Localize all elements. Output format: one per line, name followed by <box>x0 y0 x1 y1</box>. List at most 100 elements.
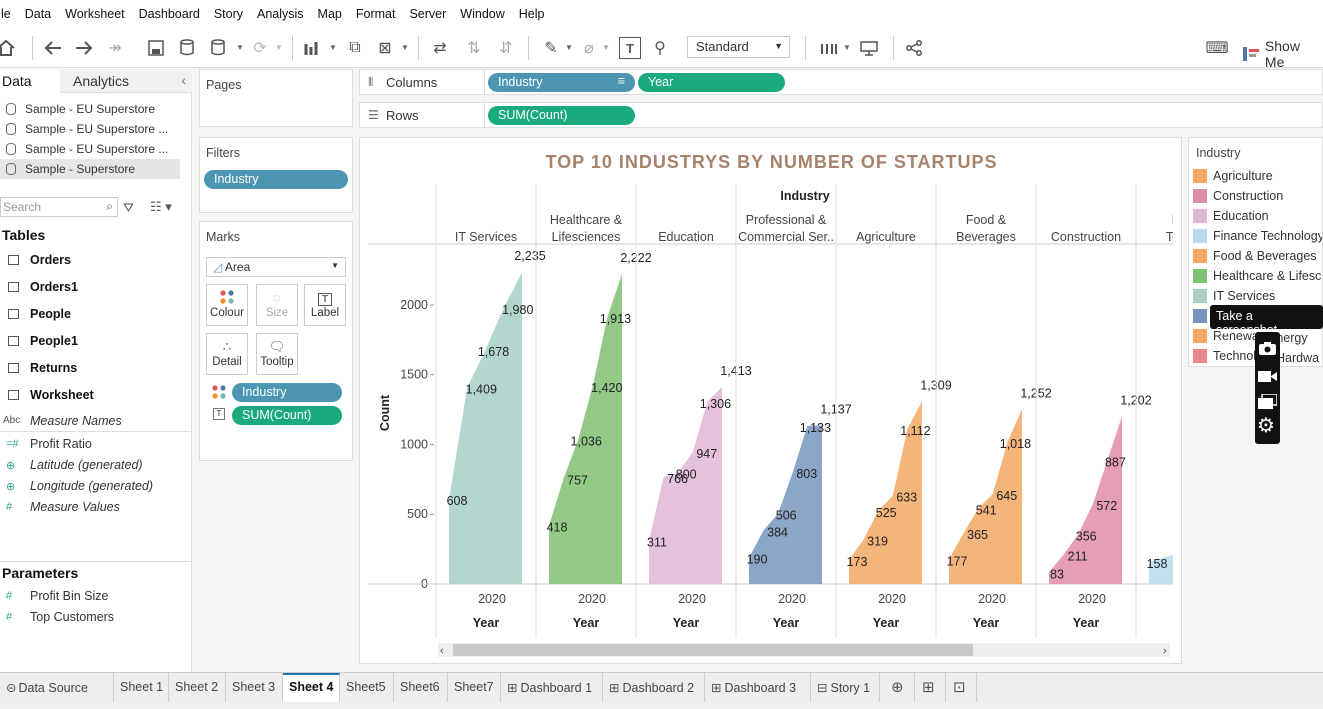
menu-item-9[interactable]: Window <box>453 7 511 21</box>
new-datasource-icon[interactable] <box>176 36 200 60</box>
pin-icon[interactable]: ⚲ <box>648 36 672 60</box>
field-item[interactable]: Measure Names <box>30 414 122 428</box>
replay-icon[interactable]: ↠ <box>103 36 127 60</box>
chevron-down-icon[interactable]: ▼ <box>602 43 610 52</box>
pages-card[interactable]: Pages <box>199 69 353 127</box>
attach-icon[interactable]: ⌀ <box>577 36 601 60</box>
highlighter-icon[interactable]: ⌨ <box>1205 36 1229 60</box>
video-icon[interactable] <box>1258 370 1277 386</box>
collapse-icon[interactable]: ‹ <box>181 72 186 88</box>
tooltip-button[interactable]: 🗨 Tooltip <box>256 333 298 375</box>
menu-item-8[interactable]: Server <box>402 7 453 21</box>
legend-item[interactable]: Agriculture <box>1193 169 1273 187</box>
columns-shelf[interactable]: ⦀ Columns Industry ≡ Year <box>359 69 1323 95</box>
chevron-down-icon[interactable]: ▼ <box>275 43 283 52</box>
datasource-item[interactable]: Sample - EU Superstore <box>0 99 180 119</box>
scrollbar-thumb[interactable] <box>453 644 973 656</box>
marks-pill-industry[interactable]: Industry <box>232 383 342 402</box>
table-item[interactable]: Orders <box>30 253 71 267</box>
pause-updates-icon[interactable] <box>207 36 231 60</box>
settings-icon[interactable]: ⚙ <box>1257 416 1275 436</box>
columns-pill-year[interactable]: Year <box>638 73 785 92</box>
rows-shelf[interactable]: ☰ Rows SUM(Count) <box>359 102 1323 128</box>
legend-item[interactable]: Construction <box>1193 189 1283 207</box>
datasource-item[interactable]: Sample - Superstore <box>0 159 180 179</box>
legend-item[interactable]: Healthcare & Lifesci <box>1193 269 1322 287</box>
chevron-down-icon[interactable]: ▼ <box>401 43 409 52</box>
menu-item-0[interactable]: le <box>0 7 18 21</box>
tab-analytics[interactable]: Analytics ‹ <box>60 69 192 93</box>
new-story-icon[interactable]: ⊡ <box>946 673 977 702</box>
undo-icon[interactable] <box>41 36 65 60</box>
sheet-tab[interactable]: Sheet5 <box>340 673 394 702</box>
clear-sheet-icon[interactable]: ⊠ <box>373 36 397 60</box>
sheet-tab[interactable]: ⊝ Data Source <box>0 673 114 702</box>
sort-descending-icon[interactable]: ⇵ <box>494 36 518 60</box>
table-item[interactable]: Returns <box>30 361 77 375</box>
legend-item[interactable]: Education <box>1193 209 1269 227</box>
tab-data[interactable]: Data <box>0 69 60 93</box>
home-icon[interactable] <box>0 36 18 60</box>
chevron-down-icon[interactable]: ▼ <box>329 43 337 52</box>
menu-item-7[interactable]: Format <box>349 7 403 21</box>
rows-pill-sum-count[interactable]: SUM(Count) <box>488 106 635 125</box>
sheet-tab[interactable]: ⊞ Dashboard 2 <box>603 673 705 702</box>
table-item[interactable]: People <box>30 307 71 321</box>
duplicate-icon[interactable]: ⧉ <box>343 36 367 60</box>
size-button[interactable]: ◌ Size <box>256 284 298 326</box>
datasource-item[interactable]: Sample - EU Superstore ... <box>0 139 180 159</box>
redo-icon[interactable] <box>72 36 96 60</box>
colour-button[interactable]: Colour <box>206 284 248 326</box>
filter-icon[interactable]: ⛛ <box>123 200 134 216</box>
field-item[interactable]: Measure Values <box>30 500 120 514</box>
detail-button[interactable]: ∴ Detail <box>206 333 248 375</box>
area-chart[interactable]: IndustryCount0500100015002000IT Services… <box>360 138 1181 663</box>
windows-icon[interactable] <box>1258 393 1278 412</box>
parameter-item[interactable]: Profit Bin Size <box>30 589 109 603</box>
new-dashboard-icon[interactable]: ⊞ <box>915 673 946 702</box>
view-options-icon[interactable]: ☷ ▾ <box>150 199 172 215</box>
filters-card[interactable]: Filters Industry <box>199 137 353 213</box>
sheet-tab[interactable]: ⊟ Story 1 <box>811 673 880 702</box>
parameter-item[interactable]: Top Customers <box>30 610 114 624</box>
fit-select[interactable]: Standard ▼ <box>687 36 790 58</box>
sheet-tab[interactable]: Sheet 4 <box>283 673 340 702</box>
worksheet-view[interactable]: TOP 10 INDUSTRYS BY NUMBER OF STARTUPS I… <box>359 137 1182 664</box>
new-worksheet-icon[interactable]: ⊕ <box>884 673 915 702</box>
menu-item-1[interactable]: Data <box>18 7 58 21</box>
legend-item[interactable]: Technolo <box>1193 349 1263 366</box>
table-item[interactable]: Worksheet <box>30 388 94 402</box>
highlight-icon[interactable]: ✎ <box>539 36 563 60</box>
swap-icon[interactable]: ⇄ <box>428 36 452 60</box>
legend-item[interactable]: Food & Beverages <box>1193 249 1317 267</box>
field-item[interactable]: Latitude (generated) <box>30 458 143 472</box>
sheet-tab[interactable]: Sheet 2 <box>169 673 226 702</box>
filter-pill-industry[interactable]: Industry <box>204 170 348 189</box>
menu-item-6[interactable]: Map <box>311 7 349 21</box>
menu-item-10[interactable]: Help <box>512 7 552 21</box>
refresh-icon[interactable]: ⟳ <box>248 36 272 60</box>
sort-ascending-icon[interactable]: ⇅ <box>462 36 486 60</box>
camera-icon[interactable] <box>1259 342 1276 358</box>
show-cards-icon[interactable] <box>817 36 841 60</box>
columns-pill-industry[interactable]: Industry ≡ <box>488 73 635 92</box>
marks-card[interactable]: Marks ◿ Area ▼ Colour ◌ Size T Label ∴ D… <box>199 221 353 461</box>
sheet-tab[interactable]: ⊞ Dashboard 3 <box>705 673 811 702</box>
table-item[interactable]: People1 <box>30 334 78 348</box>
sheet-tab[interactable]: Sheet 3 <box>226 673 283 702</box>
new-worksheet-icon[interactable] <box>301 36 325 60</box>
datasource-item[interactable]: Sample - EU Superstore ... <box>0 119 180 139</box>
sheet-tab[interactable]: Sheet6 <box>394 673 448 702</box>
field-item[interactable]: Profit Ratio <box>30 437 92 451</box>
show-me-button[interactable]: Show Me <box>1243 38 1323 70</box>
presentation-icon[interactable] <box>857 36 881 60</box>
chevron-down-icon[interactable]: ▼ <box>236 43 244 52</box>
field-item[interactable]: Longitude (generated) <box>30 479 153 493</box>
sheet-tab[interactable]: Sheet7 <box>448 673 501 702</box>
show-mark-labels-icon[interactable]: T <box>619 37 641 59</box>
menu-item-3[interactable]: Dashboard <box>132 7 207 21</box>
marks-pill-sum-count[interactable]: SUM(Count) <box>232 406 342 425</box>
menu-item-4[interactable]: Story <box>207 7 250 21</box>
mark-type-select[interactable]: ◿ Area ▼ <box>206 257 346 277</box>
label-button[interactable]: T Label <box>304 284 346 326</box>
